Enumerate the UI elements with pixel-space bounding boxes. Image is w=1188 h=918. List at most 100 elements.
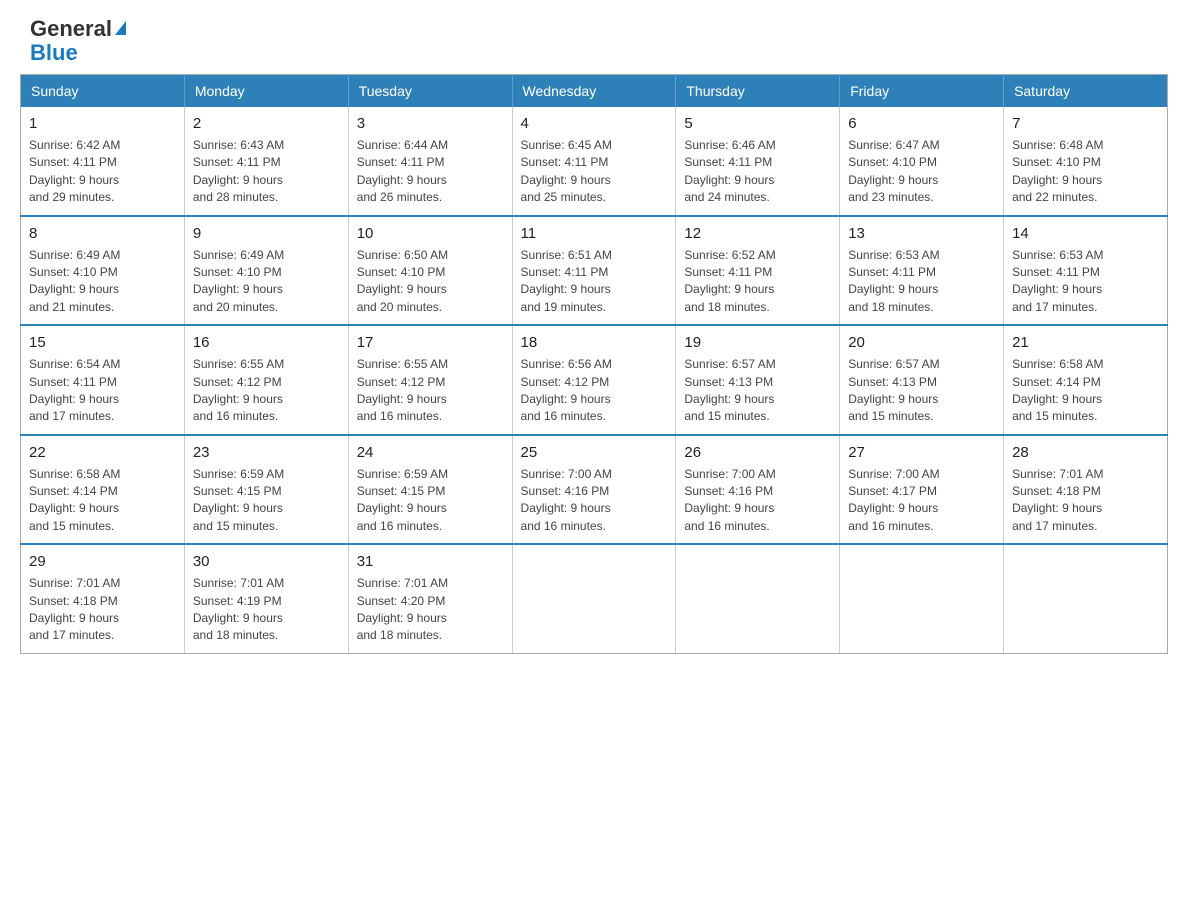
calendar-cell: 7 Sunrise: 6:48 AM Sunset: 4:10 PM Daylig… xyxy=(1004,107,1168,216)
day-number: 22 xyxy=(29,442,176,463)
calendar-cell: 23 Sunrise: 6:59 AM Sunset: 4:15 PM Dayli… xyxy=(184,435,348,545)
calendar-cell: 10 Sunrise: 6:50 AM Sunset: 4:10 PM Dayli… xyxy=(348,216,512,326)
logo-blue-text: Blue xyxy=(30,42,78,64)
day-info: Sunrise: 6:46 AM Sunset: 4:11 PM Dayligh… xyxy=(684,137,831,207)
weekday-header-tuesday: Tuesday xyxy=(348,75,512,108)
day-number: 6 xyxy=(848,113,995,134)
logo-triangle-icon xyxy=(115,21,126,35)
calendar-cell: 19 Sunrise: 6:57 AM Sunset: 4:13 PM Dayli… xyxy=(676,325,840,435)
weekday-header-wednesday: Wednesday xyxy=(512,75,676,108)
calendar-cell: 12 Sunrise: 6:52 AM Sunset: 4:11 PM Dayli… xyxy=(676,216,840,326)
calendar-cell: 2Sunrise: 6:43 AM Sunset: 4:11 PM Daylig… xyxy=(184,107,348,216)
day-info: Sunrise: 6:53 AM Sunset: 4:11 PM Dayligh… xyxy=(1012,247,1159,317)
day-info: Sunrise: 6:55 AM Sunset: 4:12 PM Dayligh… xyxy=(357,356,504,426)
day-info: Sunrise: 6:55 AM Sunset: 4:12 PM Dayligh… xyxy=(193,356,340,426)
weekday-header-friday: Friday xyxy=(840,75,1004,108)
weekday-header-saturday: Saturday xyxy=(1004,75,1168,108)
day-info: Sunrise: 6:45 AM Sunset: 4:11 PM Dayligh… xyxy=(521,137,668,207)
day-number: 29 xyxy=(29,551,176,572)
calendar-cell: 17Sunrise: 6:55 AM Sunset: 4:12 PM Dayli… xyxy=(348,325,512,435)
day-info: Sunrise: 6:53 AM Sunset: 4:11 PM Dayligh… xyxy=(848,247,995,317)
day-info: Sunrise: 6:50 AM Sunset: 4:10 PM Dayligh… xyxy=(357,247,504,317)
calendar-week-2: 8Sunrise: 6:49 AM Sunset: 4:10 PM Daylig… xyxy=(21,216,1168,326)
day-number: 24 xyxy=(357,442,504,463)
day-number: 7 xyxy=(1012,113,1159,134)
day-info: Sunrise: 6:52 AM Sunset: 4:11 PM Dayligh… xyxy=(684,247,831,317)
calendar-cell: 15 Sunrise: 6:54 AM Sunset: 4:11 PM Dayli… xyxy=(21,325,185,435)
calendar-cell: 5Sunrise: 6:46 AM Sunset: 4:11 PM Daylig… xyxy=(676,107,840,216)
calendar-cell: 13 Sunrise: 6:53 AM Sunset: 4:11 PM Dayli… xyxy=(840,216,1004,326)
calendar-cell: 28 Sunrise: 7:01 AM Sunset: 4:18 PM Dayli… xyxy=(1004,435,1168,545)
calendar-cell: 31 Sunrise: 7:01 AM Sunset: 4:20 PM Dayli… xyxy=(348,544,512,653)
day-number: 3 xyxy=(357,113,504,134)
calendar-cell: 29 Sunrise: 7:01 AM Sunset: 4:18 PM Dayli… xyxy=(21,544,185,653)
calendar-cell xyxy=(512,544,676,653)
day-number: 23 xyxy=(193,442,340,463)
calendar-cell: 21Sunrise: 6:58 AM Sunset: 4:14 PM Dayli… xyxy=(1004,325,1168,435)
calendar-cell: 14 Sunrise: 6:53 AM Sunset: 4:11 PM Dayli… xyxy=(1004,216,1168,326)
day-number: 1 xyxy=(29,113,176,134)
day-info: Sunrise: 6:43 AM Sunset: 4:11 PM Dayligh… xyxy=(193,137,340,207)
weekday-header-row: SundayMondayTuesdayWednesdayThursdayFrid… xyxy=(21,75,1168,108)
day-info: Sunrise: 6:47 AM Sunset: 4:10 PM Dayligh… xyxy=(848,137,995,207)
calendar-week-3: 15 Sunrise: 6:54 AM Sunset: 4:11 PM Dayli… xyxy=(21,325,1168,435)
day-number: 14 xyxy=(1012,223,1159,244)
day-info: Sunrise: 6:59 AM Sunset: 4:15 PM Dayligh… xyxy=(193,466,340,536)
day-number: 21 xyxy=(1012,332,1159,353)
page-header: General Blue xyxy=(0,0,1188,74)
calendar-cell: 24 Sunrise: 6:59 AM Sunset: 4:15 PM Dayli… xyxy=(348,435,512,545)
day-info: Sunrise: 7:00 AM Sunset: 4:16 PM Dayligh… xyxy=(684,466,831,536)
day-number: 25 xyxy=(521,442,668,463)
day-number: 18 xyxy=(521,332,668,353)
calendar-cell: 11Sunrise: 6:51 AM Sunset: 4:11 PM Dayli… xyxy=(512,216,676,326)
day-number: 15 xyxy=(29,332,176,353)
calendar-cell: 18 Sunrise: 6:56 AM Sunset: 4:12 PM Dayli… xyxy=(512,325,676,435)
day-info: Sunrise: 7:00 AM Sunset: 4:16 PM Dayligh… xyxy=(521,466,668,536)
day-info: Sunrise: 6:49 AM Sunset: 4:10 PM Dayligh… xyxy=(29,247,176,317)
day-number: 11 xyxy=(521,223,668,244)
day-info: Sunrise: 6:49 AM Sunset: 4:10 PM Dayligh… xyxy=(193,247,340,317)
calendar-cell: 25 Sunrise: 7:00 AM Sunset: 4:16 PM Dayli… xyxy=(512,435,676,545)
day-info: Sunrise: 6:57 AM Sunset: 4:13 PM Dayligh… xyxy=(684,356,831,426)
day-info: Sunrise: 7:01 AM Sunset: 4:20 PM Dayligh… xyxy=(357,575,504,645)
day-info: Sunrise: 7:01 AM Sunset: 4:18 PM Dayligh… xyxy=(1012,466,1159,536)
day-number: 28 xyxy=(1012,442,1159,463)
calendar-cell: 6 Sunrise: 6:47 AM Sunset: 4:10 PM Daylig… xyxy=(840,107,1004,216)
weekday-header-monday: Monday xyxy=(184,75,348,108)
day-number: 13 xyxy=(848,223,995,244)
weekday-header-sunday: Sunday xyxy=(21,75,185,108)
calendar-cell: 4 Sunrise: 6:45 AM Sunset: 4:11 PM Daylig… xyxy=(512,107,676,216)
day-number: 16 xyxy=(193,332,340,353)
calendar-cell xyxy=(840,544,1004,653)
day-number: 19 xyxy=(684,332,831,353)
day-info: Sunrise: 6:48 AM Sunset: 4:10 PM Dayligh… xyxy=(1012,137,1159,207)
day-number: 20 xyxy=(848,332,995,353)
day-info: Sunrise: 6:58 AM Sunset: 4:14 PM Dayligh… xyxy=(29,466,176,536)
day-number: 4 xyxy=(521,113,668,134)
logo: General Blue xyxy=(30,18,126,64)
calendar-cell: 8Sunrise: 6:49 AM Sunset: 4:10 PM Daylig… xyxy=(21,216,185,326)
day-number: 12 xyxy=(684,223,831,244)
calendar-cell: 26 Sunrise: 7:00 AM Sunset: 4:16 PM Dayli… xyxy=(676,435,840,545)
calendar-week-1: 1 Sunrise: 6:42 AM Sunset: 4:11 PM Daylig… xyxy=(21,107,1168,216)
calendar-cell: 1 Sunrise: 6:42 AM Sunset: 4:11 PM Daylig… xyxy=(21,107,185,216)
calendar-cell: 3Sunrise: 6:44 AM Sunset: 4:11 PM Daylig… xyxy=(348,107,512,216)
calendar-cell: 20Sunrise: 6:57 AM Sunset: 4:13 PM Dayli… xyxy=(840,325,1004,435)
day-info: Sunrise: 7:01 AM Sunset: 4:18 PM Dayligh… xyxy=(29,575,176,645)
day-number: 9 xyxy=(193,223,340,244)
day-number: 26 xyxy=(684,442,831,463)
logo-general-text: General xyxy=(30,18,112,40)
calendar-cell xyxy=(1004,544,1168,653)
calendar-cell: 27Sunrise: 7:00 AM Sunset: 4:17 PM Dayli… xyxy=(840,435,1004,545)
day-number: 30 xyxy=(193,551,340,572)
day-number: 10 xyxy=(357,223,504,244)
day-info: Sunrise: 6:54 AM Sunset: 4:11 PM Dayligh… xyxy=(29,356,176,426)
calendar-cell xyxy=(676,544,840,653)
day-number: 27 xyxy=(848,442,995,463)
day-info: Sunrise: 6:56 AM Sunset: 4:12 PM Dayligh… xyxy=(521,356,668,426)
calendar-week-4: 22 Sunrise: 6:58 AM Sunset: 4:14 PM Dayli… xyxy=(21,435,1168,545)
day-info: Sunrise: 6:42 AM Sunset: 4:11 PM Dayligh… xyxy=(29,137,176,207)
day-number: 31 xyxy=(357,551,504,572)
day-info: Sunrise: 6:59 AM Sunset: 4:15 PM Dayligh… xyxy=(357,466,504,536)
calendar-cell: 16 Sunrise: 6:55 AM Sunset: 4:12 PM Dayli… xyxy=(184,325,348,435)
